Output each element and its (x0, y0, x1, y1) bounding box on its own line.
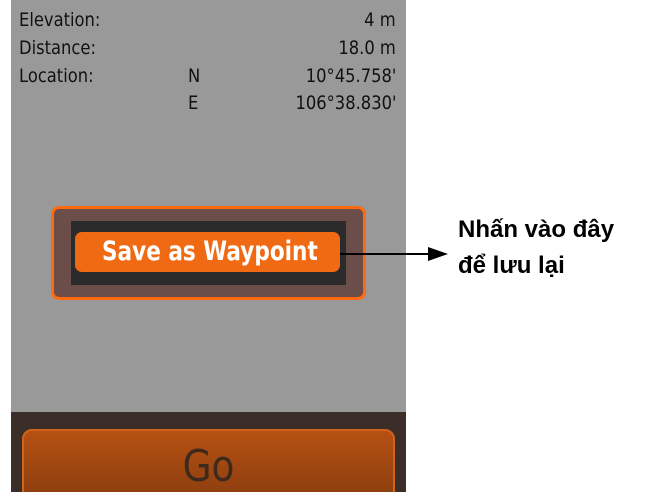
elevation-label: Elevation: (19, 9, 101, 31)
location-row: Location: N 10°45.758' (19, 64, 396, 88)
go-label: Go (182, 440, 235, 492)
location-info-panel: Elevation: 4 m Distance: 18.0 m Location… (11, 0, 406, 140)
go-button[interactable]: Go (22, 429, 395, 492)
elevation-value: 4 m (364, 9, 396, 31)
instruction-callout: Nhấn vào đây để lưu lại (458, 212, 663, 284)
distance-value: 18.0 m (338, 37, 396, 59)
bottom-action-bar: Go (11, 412, 406, 492)
latitude-direction: N (188, 65, 201, 87)
distance-label: Distance: (19, 37, 96, 59)
latitude-value: 10°45.758' (305, 65, 396, 87)
elevation-row: Elevation: 4 m (19, 8, 396, 32)
longitude-value: 106°38.830' (294, 92, 396, 114)
callout-line-1: Nhấn vào đây (458, 216, 615, 243)
callout-line-2: để lưu lại (458, 252, 565, 279)
longitude-direction: E (188, 92, 199, 114)
save-as-waypoint-label: Save as Waypoint (101, 236, 318, 267)
save-waypoint-highlight-frame: Save as Waypoint (51, 206, 366, 300)
save-as-waypoint-button[interactable]: Save as Waypoint (75, 232, 340, 272)
location-label: Location: (19, 65, 94, 87)
location-row-2: E 106°38.830' (19, 91, 396, 115)
save-waypoint-button-well: Save as Waypoint (71, 221, 346, 285)
distance-row: Distance: 18.0 m (19, 36, 396, 60)
callout-arrow-icon (340, 247, 448, 261)
